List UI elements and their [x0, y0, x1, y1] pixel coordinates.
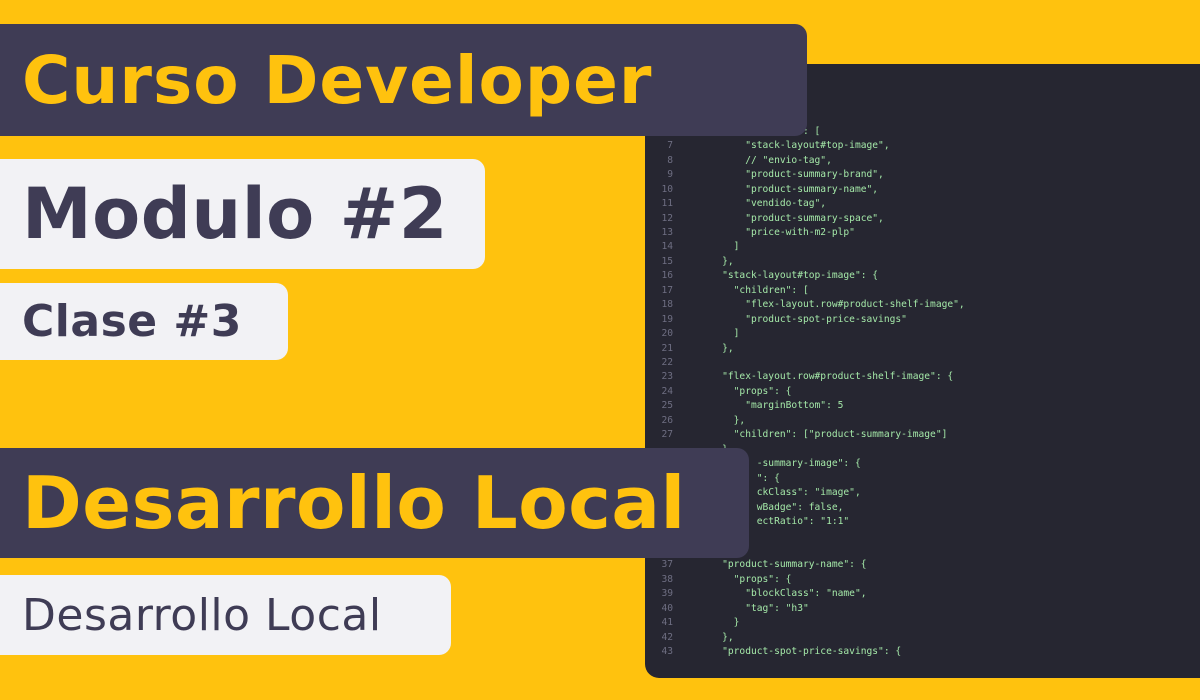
class-label: Clase #3	[22, 296, 242, 347]
module-label: Modulo #2	[22, 173, 449, 255]
code-text: "children": ["product-summary-image"]	[699, 429, 948, 441]
code-text: // "envio-tag",	[699, 154, 832, 166]
code-line: 27 "children": ["product-summary-image"]	[645, 428, 947, 442]
code-line: 14 ]	[645, 240, 739, 254]
code-editor-panel: helf#vitrina": {"vitrina" "children": [7…	[645, 64, 1200, 678]
code-text: "product-summary-brand",	[699, 169, 884, 181]
line-number: 37	[661, 559, 673, 571]
line-number: 12	[661, 212, 673, 224]
line-number: 21	[661, 342, 673, 354]
code-line: 24 "props": {	[645, 385, 791, 399]
code-line: 23 "flex-layout.row#product-shelf-image"…	[645, 370, 953, 384]
course-title: Curso Developer	[22, 41, 653, 119]
code-line: 7 "stack-layout#top-image",	[645, 139, 890, 153]
code-text: "blockClass": "name",	[699, 588, 867, 600]
code-line: 13 "price-with-m2-plp"	[645, 226, 855, 240]
code-line: 40 "tag": "h3"	[645, 602, 809, 616]
subtitle-card: Desarrollo Local	[0, 575, 451, 655]
line-number: 40	[661, 602, 673, 614]
code-line: 37 "product-summary-name": {	[645, 558, 867, 572]
topic-title: Desarrollo Local	[22, 461, 686, 545]
code-text: "tag": "h3"	[699, 602, 809, 614]
code-text: "flex-layout.row#product-shelf-image": {	[699, 371, 954, 383]
code-text: },	[699, 631, 734, 643]
line-number: 14	[661, 241, 673, 253]
line-number: 19	[661, 313, 673, 325]
line-number: 15	[661, 255, 673, 267]
code-text: ]	[699, 241, 740, 253]
class-card: Clase #3	[0, 283, 288, 360]
code-line: 12 "product-summary-space",	[645, 212, 884, 226]
code-text: },	[699, 255, 734, 267]
line-number: 42	[661, 631, 673, 643]
line-number: 25	[661, 400, 673, 412]
module-card: Modulo #2	[0, 159, 485, 269]
code-line: 11 "vendido-tag",	[645, 197, 826, 211]
code-line: 41 }	[645, 616, 739, 630]
code-text: "stack-layout#top-image": {	[699, 270, 879, 282]
code-line: 26 },	[645, 414, 745, 428]
code-text: }	[699, 617, 740, 629]
code-line: 16 "stack-layout#top-image": {	[645, 269, 878, 283]
line-number: 8	[667, 154, 673, 166]
code-line: 39 "blockClass": "name",	[645, 587, 867, 601]
course-title-card: Curso Developer	[0, 24, 807, 136]
line-number: 23	[661, 371, 673, 383]
code-line: 19 "product-spot-price-savings"	[645, 313, 907, 327]
line-number: 20	[661, 328, 673, 340]
code-text: "flex-layout.row#product-shelf-image",	[699, 299, 965, 311]
code-line: 8 // "envio-tag",	[645, 154, 832, 168]
line-number: 13	[661, 226, 673, 238]
code-line: 18 "flex-layout.row#product-shelf-image"…	[645, 298, 965, 312]
code-text: "props": {	[699, 385, 792, 397]
code-text: "stack-layout#top-image",	[699, 140, 890, 152]
code-line: 38 "props": {	[645, 573, 791, 587]
line-number: 10	[661, 183, 673, 195]
line-number: 11	[661, 198, 673, 210]
code-text: "product-spot-price-savings"	[699, 313, 907, 325]
line-number: 22	[661, 357, 673, 368]
code-text: "props": {	[699, 573, 792, 585]
code-line: 9 "product-summary-brand",	[645, 168, 884, 182]
code-line: 42 },	[645, 631, 734, 645]
line-number: 39	[661, 588, 673, 600]
code-line: 17 "children": [	[645, 284, 809, 298]
code-text: },	[699, 342, 734, 354]
code-line: 15 },	[645, 255, 734, 269]
code-text: "marginBottom": 5	[699, 400, 844, 412]
line-number: 26	[661, 414, 673, 426]
code-text: "product-summary-name": {	[699, 559, 867, 571]
code-line: 20 ]	[645, 327, 739, 341]
line-number: 24	[661, 385, 673, 397]
code-line: 43 "product-spot-price-savings": {	[645, 645, 901, 659]
code-text: "product-summary-name",	[699, 183, 879, 195]
line-number: 17	[661, 284, 673, 296]
subtitle: Desarrollo Local	[22, 589, 382, 641]
code-text: "product-spot-price-savings": {	[699, 646, 902, 657]
topic-card: Desarrollo Local	[0, 448, 749, 558]
line-number: 43	[661, 646, 673, 657]
line-number: 7	[667, 140, 673, 152]
code-text: },	[699, 414, 746, 426]
code-text: ]	[699, 328, 740, 340]
code-text: "children": [	[699, 284, 809, 296]
line-number: 16	[661, 270, 673, 282]
line-number: 9	[667, 169, 673, 181]
code-line: 10 "product-summary-name",	[645, 183, 878, 197]
code-text: "product-summary-space",	[699, 212, 884, 224]
line-number: 27	[661, 429, 673, 441]
code-line: 21 },	[645, 342, 734, 356]
code-text: "vendido-tag",	[699, 198, 827, 210]
code-line: 22	[645, 356, 699, 370]
code-text: "price-with-m2-plp"	[699, 226, 855, 238]
line-number: 41	[661, 617, 673, 629]
line-number: 18	[661, 299, 673, 311]
line-number: 38	[661, 573, 673, 585]
code-line: 25 "marginBottom": 5	[645, 399, 843, 413]
